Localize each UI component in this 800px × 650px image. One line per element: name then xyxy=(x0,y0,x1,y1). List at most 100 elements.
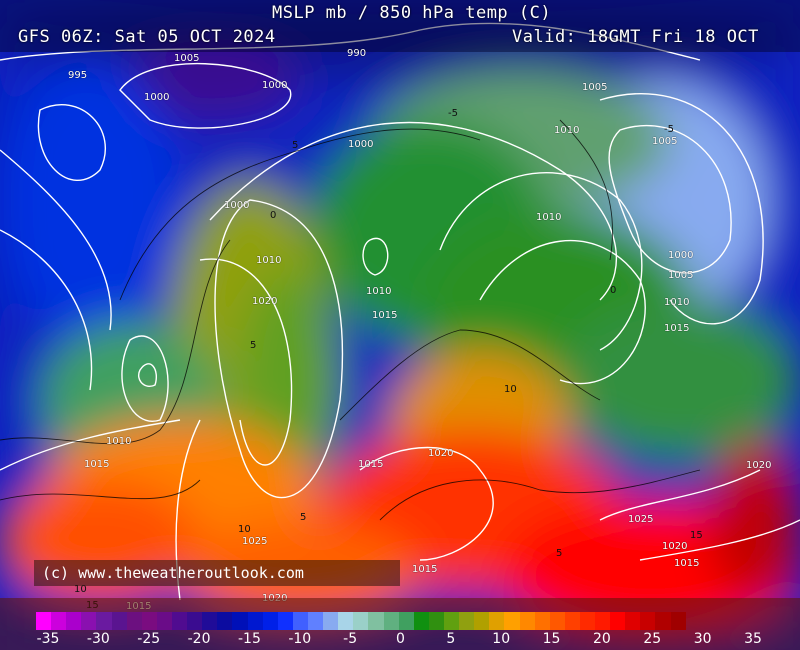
temp-label: 15 xyxy=(690,530,703,541)
colorbar-tick-label: -5 xyxy=(343,631,358,647)
isobar-label: 1015 xyxy=(84,459,110,470)
colorbar-tick-label: -30 xyxy=(86,631,110,647)
isobar-label: 1025 xyxy=(242,536,268,547)
colorbar-swatch xyxy=(126,612,142,630)
colorbar-tick-label: 25 xyxy=(643,631,662,647)
colorbar-swatch xyxy=(489,612,505,630)
isobar-label: 1025 xyxy=(628,514,654,525)
colorbar-tick-label: 20 xyxy=(593,631,611,647)
colorbar-tick-label: 30 xyxy=(693,631,712,647)
isobar-label: 1005 xyxy=(582,82,608,93)
isobar-label: 1010 xyxy=(106,436,132,447)
colorbar-swatch xyxy=(413,612,429,630)
isobar-label: 1005 xyxy=(174,53,200,64)
colorbar-swatch xyxy=(474,612,490,630)
colorbar-swatch xyxy=(549,612,565,630)
isobar-label: 1015 xyxy=(358,459,384,470)
colorbar-swatch xyxy=(111,612,127,630)
isobar-label: 1010 xyxy=(536,212,562,223)
colorbar-tick-label: 15 xyxy=(542,631,561,647)
isobar-label: 1000 xyxy=(224,200,250,211)
isobar-label: 1015 xyxy=(372,310,398,321)
map-title: MSLP mb / 850 hPa temp (C) xyxy=(272,3,552,23)
colorbar-tick-label: 0 xyxy=(396,631,405,647)
colorbar-swatch xyxy=(655,612,671,630)
temp-label: 5 xyxy=(292,140,299,151)
colorbar-swatch xyxy=(625,612,641,630)
isobar-label: 1020 xyxy=(746,460,772,471)
colorbar-swatch xyxy=(156,612,172,630)
isobar-label: 1010 xyxy=(554,125,580,136)
colorbar-swatch xyxy=(353,612,369,630)
isobar-label: 1015 xyxy=(674,558,700,569)
colorbar-swatch xyxy=(323,612,339,630)
colorbar-swatch xyxy=(262,612,278,630)
temperature-colorbar xyxy=(36,612,686,630)
colorbar-swatch xyxy=(81,612,97,630)
colorbar-swatch xyxy=(36,612,52,630)
isobar-label: 1000 xyxy=(668,250,694,261)
colorbar-swatch xyxy=(610,612,626,630)
colorbar-tick-label: 10 xyxy=(492,631,511,647)
colorbar-swatch xyxy=(670,612,686,630)
isobar-label: 1015 xyxy=(412,564,438,575)
colorbar-swatch xyxy=(292,612,308,630)
colorbar-swatch xyxy=(443,612,460,630)
valid-time: Valid: 18GMT Fri 18 OCT xyxy=(512,27,759,47)
colorbar-swatch xyxy=(96,612,112,630)
isobar-label: 1010 xyxy=(664,297,690,308)
isobar-label: 1010 xyxy=(366,286,392,297)
temp-label: 5 xyxy=(250,340,257,351)
isobar-label: 1000 xyxy=(348,139,374,150)
temp-label: 0 xyxy=(610,285,617,296)
isobar-label: 1010 xyxy=(256,255,282,266)
temp-label: -5 xyxy=(664,124,674,135)
temp-label: 10 xyxy=(238,524,251,535)
colorbar-swatch xyxy=(141,612,157,630)
colorbar-swatch xyxy=(564,612,580,630)
model-run: GFS 06Z: Sat 05 OCT 2024 xyxy=(18,27,276,47)
temp-label: 5 xyxy=(556,548,563,559)
colorbar-tick-label: -35 xyxy=(36,631,60,647)
colorbar-swatch xyxy=(428,612,444,630)
colorbar-swatch xyxy=(307,612,324,630)
isobar-label: 1020 xyxy=(662,541,688,552)
colorbar-swatch xyxy=(66,612,82,630)
colorbar-tick-label: -10 xyxy=(288,631,312,647)
colorbar-tick-label: -25 xyxy=(137,631,161,647)
isobar-label: 1015 xyxy=(664,323,690,334)
isobar-label: 990 xyxy=(347,48,367,59)
colorbar-swatch xyxy=(504,612,520,630)
temp-label: 10 xyxy=(504,384,517,395)
colorbar-swatch xyxy=(595,612,611,630)
colorbar-swatch xyxy=(247,612,263,630)
colorbar-swatch xyxy=(579,612,596,630)
colorbar-swatch xyxy=(232,612,248,630)
colorbar-tick-label: 5 xyxy=(446,631,456,647)
colorbar-swatch xyxy=(277,612,293,630)
isobar-label: 1005 xyxy=(652,136,678,147)
colorbar-swatch xyxy=(202,612,218,630)
colorbar-swatch xyxy=(459,612,475,630)
isobar-label: 995 xyxy=(68,70,88,81)
temp-label: 0 xyxy=(270,210,277,221)
colorbar-swatch xyxy=(368,612,384,630)
colorbar-tick-label: 35 xyxy=(744,631,762,647)
colorbar-swatch xyxy=(338,612,354,630)
colorbar-swatch xyxy=(534,612,550,630)
colorbar-swatch xyxy=(398,612,414,630)
isobar-label: 1000 xyxy=(262,80,288,91)
colorbar-swatch xyxy=(640,612,656,630)
colorbar-swatch xyxy=(217,612,233,630)
isobar-label: 1020 xyxy=(428,448,454,459)
colorbar-swatch xyxy=(383,612,399,630)
colorbar-tick-label: -20 xyxy=(187,631,211,647)
isobar-label: 1020 xyxy=(252,296,278,307)
temp-label: 5 xyxy=(300,512,307,523)
colorbar-swatch xyxy=(519,612,535,630)
colorbar-swatch xyxy=(171,612,188,630)
isobar-label: 1000 xyxy=(144,92,170,103)
weather-map: MSLP mb / 850 hPa temp (C) GFS 06Z: Sat … xyxy=(0,0,800,650)
colorbar-swatch xyxy=(187,612,203,630)
colorbar-swatch xyxy=(51,612,67,630)
